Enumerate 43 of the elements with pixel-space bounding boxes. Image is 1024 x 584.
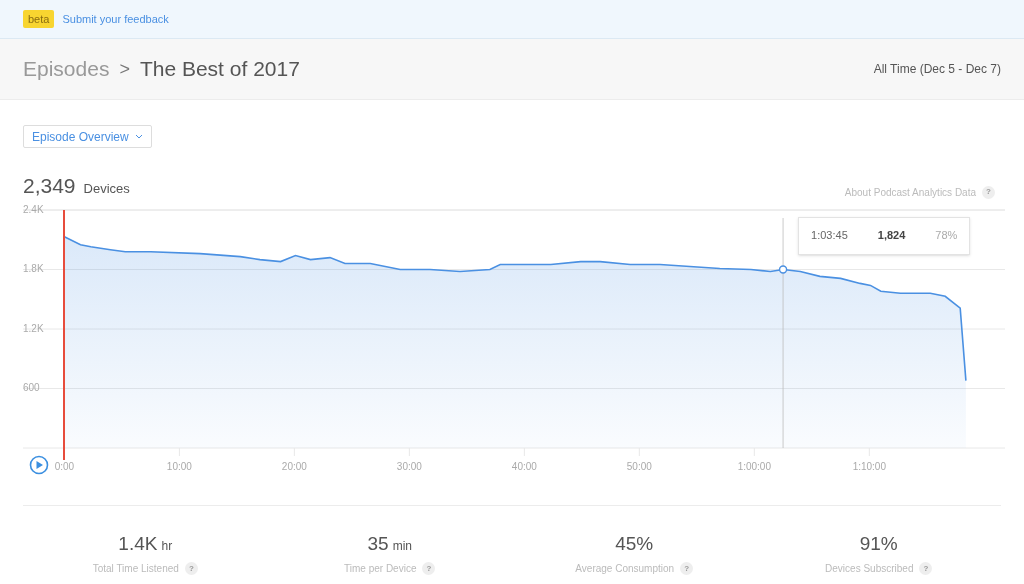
play-icon[interactable] <box>29 455 49 474</box>
stat-label: Time per Device <box>344 562 417 576</box>
x-tick-label: 0:00 <box>54 460 75 472</box>
help-icon[interactable]: ? <box>919 562 933 575</box>
breadcrumb-link[interactable]: Episodes <box>23 53 110 85</box>
stat-value: 1.4K <box>118 531 158 556</box>
view-dropdown[interactable]: Episode Overview <box>23 125 152 148</box>
x-tick-label: 40:00 <box>511 460 537 472</box>
stat-label: Total Time Listened <box>92 562 179 576</box>
about-link[interactable]: About Podcast Analytics Data <box>844 184 976 200</box>
stat-value: 91% <box>859 531 898 556</box>
tooltip-percent: 78% <box>935 228 958 244</box>
device-count: 2,349 <box>23 173 76 199</box>
x-tick-label: 50:00 <box>626 460 652 472</box>
stat-label: Average Consumption <box>575 562 675 576</box>
help-icon[interactable]: ? <box>680 562 694 575</box>
help-icon[interactable]: ? <box>422 562 436 575</box>
stat-value: 35 <box>367 531 389 556</box>
beta-badge: beta <box>23 9 55 29</box>
date-range[interactable]: All Time (Dec 5 - Dec 7) <box>873 60 1001 78</box>
tooltip-time: 1:03:45 <box>811 228 848 244</box>
feedback-link[interactable]: Submit your feedback <box>62 10 169 28</box>
stat-unit: min <box>392 537 412 555</box>
help-icon[interactable]: ? <box>184 562 198 575</box>
x-tick-label: 1:10:00 <box>852 460 886 472</box>
tooltip-value: 1,824 <box>877 228 906 244</box>
help-icon[interactable]: ? <box>982 185 995 199</box>
device-unit: Devices <box>83 180 130 198</box>
x-tick-label: 20:00 <box>281 460 307 472</box>
x-tick-label: 10:00 <box>166 460 192 472</box>
stat-value: 45% <box>615 531 654 556</box>
y-tick-label: 2.4K <box>23 203 44 215</box>
breadcrumb-separator: > <box>119 57 130 81</box>
chevron-icon <box>134 134 143 139</box>
stat-label: Devices Subscribed <box>825 562 914 576</box>
y-tick-label: 1.2K <box>23 322 44 334</box>
x-tick-label: 30:00 <box>396 460 422 472</box>
stat-unit: hr <box>161 537 173 555</box>
y-tick-label: 1.8K <box>23 262 44 274</box>
page-title: The Best of 2017 <box>139 56 300 83</box>
y-tick-label: 600 <box>23 381 40 393</box>
x-tick-label: 1:00:00 <box>737 460 771 472</box>
hover-point <box>778 264 788 274</box>
